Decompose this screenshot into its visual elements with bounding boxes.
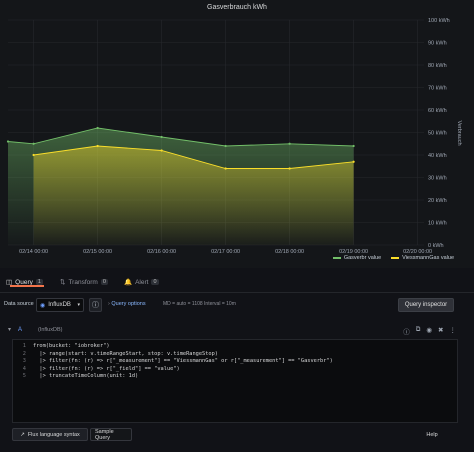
duplicate-icon[interactable]: ⧉ — [416, 326, 421, 336]
transform-icon: ⇅ — [60, 279, 66, 286]
code-text: from(bucket: "iobroker") — [33, 343, 110, 349]
tab-count: 0 — [151, 279, 159, 285]
y-tick-label: 30 kWh — [428, 176, 447, 182]
line-number: 1 — [22, 343, 26, 349]
help-link[interactable]: Help — [422, 428, 442, 441]
datasource-label: Data source — [4, 301, 34, 307]
datasource-selected: InfluxDB — [48, 302, 71, 308]
legend-swatch — [391, 257, 400, 259]
bell-icon: 🔔 — [124, 279, 133, 286]
line-number: 4 — [22, 365, 26, 372]
legend-item-viessmanngas[interactable]: ViessmannGas value — [391, 255, 454, 261]
line-number: 3 — [22, 358, 26, 364]
flux-code-editor[interactable]: 1 from(bucket: "iobroker") 2 |> range(sta… — [12, 339, 458, 423]
data-point — [6, 140, 10, 143]
graph-panel: Gasverbrauch kWh 100 kWh 90 kWh 80 kWh 70 k… — [0, 0, 474, 268]
data-point — [160, 135, 163, 139]
x-tick-label: 02/16 00:00 — [147, 249, 176, 255]
y-tick-label: 90 kWh — [428, 41, 447, 47]
datasource-row: Data source ◉ InfluxDB ▾ ⓘ › Query optio… — [0, 296, 474, 314]
data-point — [352, 144, 355, 148]
tab-label: Alert — [135, 278, 149, 286]
y-tick-label: 10 kWh — [428, 221, 447, 227]
query-options-toggle[interactable]: › Query options — [108, 301, 146, 307]
y-tick-label: 100 kWh — [428, 18, 450, 24]
line-number: 5 — [22, 373, 26, 379]
y-tick-label: 70 kWh — [428, 86, 447, 92]
legend-label: Gasverbr value — [343, 255, 382, 261]
line-number: 2 — [22, 350, 26, 357]
sample-query-button[interactable]: Sample Query — [90, 428, 132, 441]
editor-tabs: ◫ Query 1 ⇅ Transform 0 🔔 Alert 0 — [0, 276, 474, 293]
data-point — [352, 160, 355, 163]
query-options-label: Query options — [111, 301, 146, 307]
query-footer: ↗ Flux language syntax Sample Query Help — [12, 426, 458, 442]
help-icon: ⓘ — [92, 302, 99, 309]
help-icon[interactable]: ⓘ — [403, 326, 410, 336]
query-row-header: ▾ A (InfluxDB) ⓘ ⧉ ◉ ✖ ⋮ — [8, 324, 458, 338]
x-tick-label: 02/14 00:00 — [19, 249, 48, 255]
data-point — [32, 153, 35, 157]
eye-icon[interactable]: ◉ — [426, 326, 432, 336]
y-tick-label: 50 kWh — [428, 131, 447, 137]
help-button[interactable]: ⓘ — [89, 298, 102, 312]
external-link-icon: ↗ — [20, 431, 25, 438]
data-point — [224, 144, 227, 148]
x-tick-label: 02/18 00:00 — [275, 249, 304, 255]
flux-syntax-label: Flux language syntax — [27, 431, 80, 438]
collapse-chevron-icon[interactable]: ▾ — [8, 326, 11, 333]
query-ref-id[interactable]: A — [18, 327, 22, 333]
code-text: |> truncateTimeColumn(unit: 1d) — [33, 373, 139, 379]
y-tick-label: 40 kWh — [428, 153, 447, 159]
legend: Gasverbr value ViessmannGas value — [332, 255, 454, 261]
y-tick-label: 60 kWh — [428, 108, 447, 114]
data-point — [96, 144, 99, 148]
code-text: |> filter(fn: (r) => r["_field"] == "val… — [33, 365, 180, 372]
chart: 100 kWh 90 kWh 80 kWh 70 kWh 60 kWh 50 kWh 40 … — [6, 18, 462, 255]
tab-transform[interactable]: ⇅ Transform 0 — [60, 278, 108, 286]
query-options-summary: MD = auto = 1108 Interval = 10m — [163, 301, 236, 307]
data-point — [288, 167, 291, 170]
datasource-picker[interactable]: ◉ InfluxDB ▾ — [36, 298, 84, 312]
data-point — [96, 126, 99, 130]
chevron-right-icon: › — [108, 301, 110, 307]
tab-count: 0 — [100, 279, 108, 285]
trash-icon[interactable]: ✖ — [438, 326, 443, 336]
legend-label: ViessmannGas value — [402, 255, 454, 261]
code-text: |> filter(fn: (r) => r["_measurement"] =… — [33, 358, 333, 364]
x-tick-label: 02/17 00:00 — [211, 249, 240, 255]
y-axis-label: Verbrauch — [456, 120, 462, 145]
tab-alert[interactable]: 🔔 Alert 0 — [124, 278, 159, 286]
query-inspector-button[interactable]: Query inspector — [398, 298, 454, 312]
y-tick-label: 80 kWh — [428, 63, 447, 69]
legend-swatch — [332, 257, 341, 259]
data-point — [32, 142, 35, 145]
y-tick-label: 20 kWh — [428, 198, 447, 204]
query-datasource-name: (InfluxDB) — [38, 327, 63, 333]
drag-handle-icon[interactable]: ⋮ — [450, 326, 457, 336]
legend-item-gasverbr[interactable]: Gasverbr value — [332, 255, 382, 261]
influxdb-icon: ◉ — [40, 302, 46, 309]
tab-label: Transform — [68, 278, 98, 286]
tab-query[interactable]: ◫ Query 1 — [6, 278, 44, 287]
chevron-down-icon: ▾ — [77, 302, 80, 308]
code-text: |> range(start: v.timeRangeStart, stop: … — [33, 350, 218, 357]
x-tick-label: 02/15 00:00 — [83, 249, 112, 255]
query-row-actions: ⓘ ⧉ ◉ ✖ ⋮ — [403, 326, 456, 336]
flux-syntax-button[interactable]: ↗ Flux language syntax — [12, 428, 88, 441]
data-point — [160, 149, 163, 152]
data-point — [288, 142, 291, 145]
data-point — [224, 167, 227, 170]
tab-active-indicator — [10, 285, 44, 287]
